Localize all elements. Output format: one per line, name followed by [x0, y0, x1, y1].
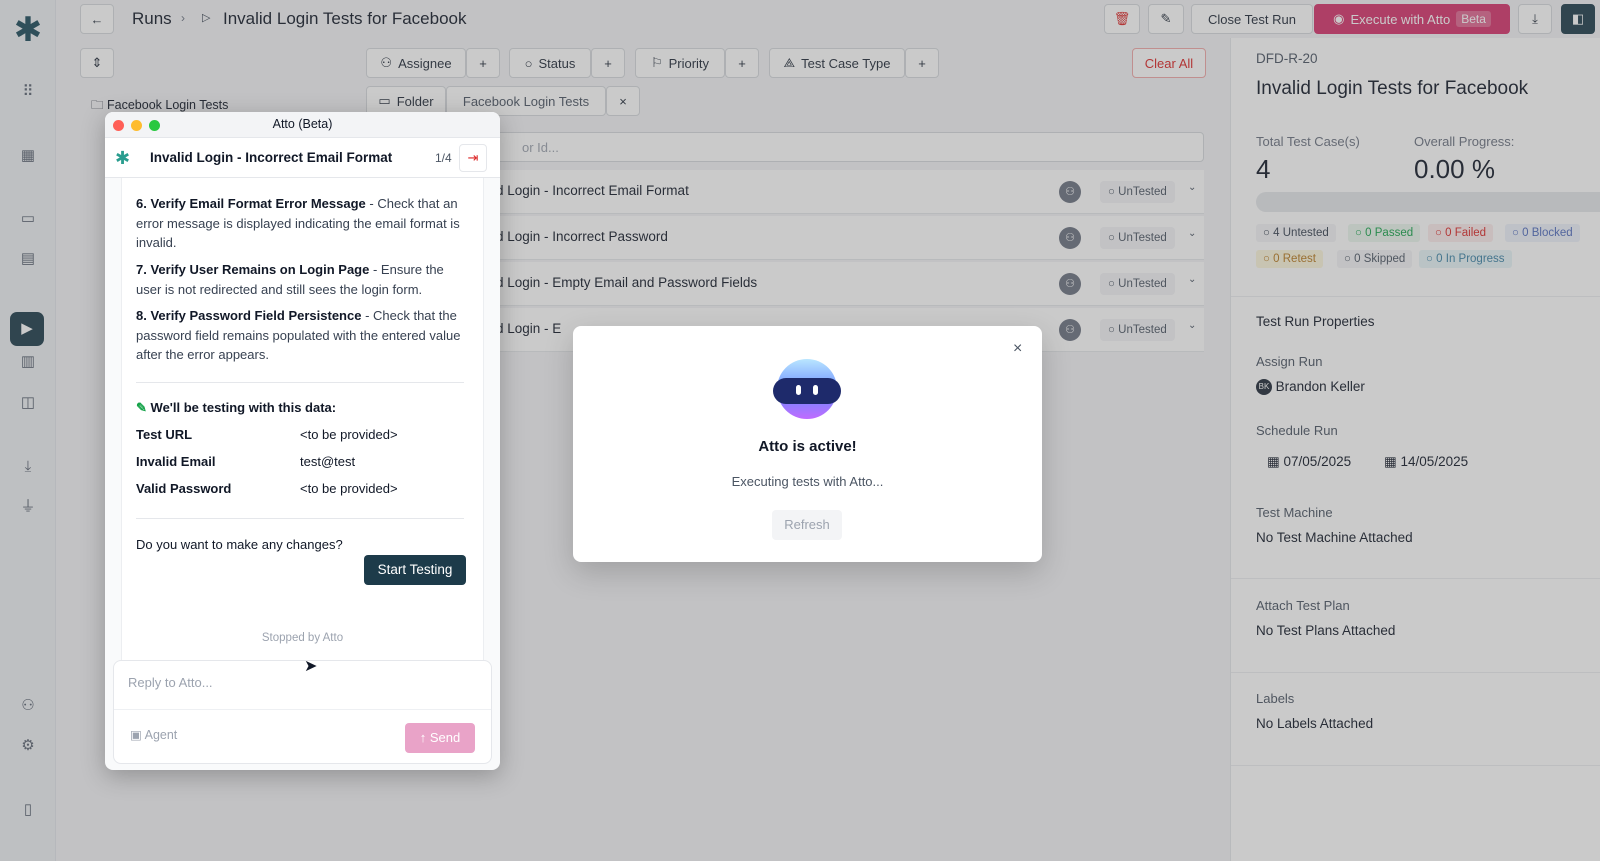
data-key: Test URL — [136, 427, 193, 442]
step-title: 6. Verify Email Format Error Message — [136, 196, 366, 211]
stopped-note: Stopped by Atto — [261, 632, 344, 644]
reply-input[interactable]: Reply to Atto... — [128, 675, 213, 690]
data-value: <to be provided> — [300, 427, 398, 442]
data-key: Invalid Email — [136, 454, 216, 469]
chat-case-title: Invalid Login - Incorrect Email Format — [150, 150, 393, 165]
data-key: Valid Password — [136, 481, 232, 496]
case-counter: 1/4 — [435, 151, 452, 165]
step-title: 7. Verify User Remains on Login Page — [136, 262, 370, 277]
chat-titlebar[interactable]: Atto (Beta) — [105, 112, 500, 138]
bot-icon: ▣ — [130, 728, 142, 742]
arrow-up-icon: ↑ — [419, 730, 427, 745]
step-item: 8. Verify Password Field Persistence - C… — [136, 306, 466, 365]
atto-gear-icon: ✱ — [115, 148, 131, 168]
change-question: Do you want to make any changes? — [136, 537, 343, 552]
reply-box: Reply to Atto... ▣ Agent ↑ Send — [113, 660, 492, 764]
agent-label: Agent — [144, 728, 178, 742]
start-testing-button[interactable]: Start Testing — [364, 555, 466, 585]
step-item: 7. Verify User Remains on Login Page - E… — [136, 260, 466, 299]
data-value: <to be provided> — [300, 481, 398, 496]
divider — [114, 709, 491, 710]
data-heading-text: We'll be testing with this data: — [150, 400, 337, 415]
send-button[interactable]: ↑ Send — [405, 723, 475, 753]
atto-chat-window: Atto (Beta) ✱ Invalid Login - Incorrect … — [105, 112, 500, 770]
step-title: 8. Verify Password Field Persistence — [136, 308, 362, 323]
data-heading: ✎ We'll be testing with this data: — [136, 400, 336, 416]
mouse-cursor-icon: ➤ — [304, 658, 318, 675]
close-modal-icon[interactable]: × — [1013, 340, 1022, 358]
chat-window-title: Atto (Beta) — [272, 117, 333, 131]
atto-active-modal: × Atto is active! Executing tests with A… — [573, 326, 1042, 562]
refresh-button[interactable]: Refresh — [772, 510, 842, 540]
chat-header: ✱ Invalid Login - Incorrect Email Format… — [105, 138, 500, 178]
modal-subtitle: Executing tests with Atto... — [731, 474, 884, 489]
atto-robot-icon — [773, 359, 841, 419]
send-label: Send — [429, 730, 461, 745]
agent-toggle[interactable]: ▣ Agent — [130, 727, 177, 742]
pencil-icon: ✎ — [136, 400, 147, 415]
divider — [136, 518, 464, 519]
modal-title: Atto is active! — [758, 438, 857, 455]
exit-chat-icon[interactable]: ⇥ — [459, 144, 487, 172]
divider — [136, 382, 464, 383]
data-value: test@test — [300, 454, 356, 469]
step-item: 6. Verify Email Format Error Message - C… — [136, 194, 466, 253]
atto-message-card: 6. Verify Email Format Error Message - C… — [121, 178, 484, 730]
